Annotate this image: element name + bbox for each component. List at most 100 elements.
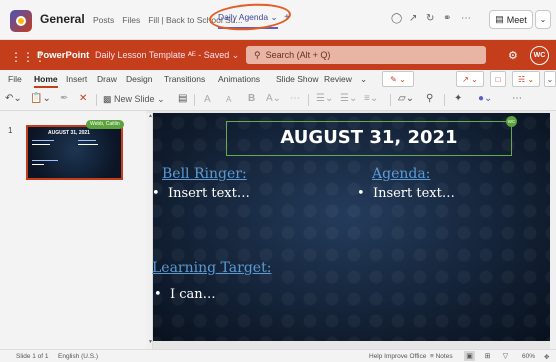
align-icon[interactable]: ≡⌄ [364,93,378,104]
video-camera-icon: ▤ [495,14,504,24]
reading-view-icon[interactable]: ▽ [500,351,511,361]
refresh-icon[interactable]: ↻ [426,13,434,24]
notes-button[interactable]: ≡ Notes [430,353,453,360]
ribbon-tab-slide-show[interactable]: Slide Show [276,74,319,84]
bold-button[interactable]: B [248,93,255,104]
undo-icon[interactable]: ↶⌄ [5,93,22,104]
scroll-down-icon[interactable]: ▼ [148,339,153,345]
avatar[interactable]: WC [530,46,549,65]
document-title[interactable]: Daily Lesson Template ᴬᴱ - Saved ⌄ [95,50,239,61]
toolbar-divider [390,94,391,106]
notes-label: Notes [435,353,453,360]
find-icon[interactable]: ⚲ [426,93,433,104]
format-painter-icon[interactable]: ✒ [60,93,68,104]
ribbon-tab-transitions[interactable]: Transitions [164,74,205,84]
thumbnail-text-line [32,144,50,145]
tab-posts[interactable]: Posts [93,15,114,25]
channel-name: General [40,12,85,26]
powerpoint-header: ⋮⋮⋮ PowerPoint Daily Lesson Template ᴬᴱ … [0,40,556,70]
normal-view-icon[interactable]: ▣ [464,351,475,361]
ribbon-tab-review[interactable]: Review [324,74,352,84]
app-name: PowerPoint [37,50,90,61]
more-font-options-icon[interactable]: ⋯ [290,93,300,104]
help-improve-office-link[interactable]: Help Improve Office [369,353,426,360]
new-slide-button[interactable]: ▩ New Slide ⌄ [103,94,165,105]
delete-icon[interactable]: ✕ [79,93,87,104]
tab-files[interactable]: Files [122,15,140,25]
fit-to-window-icon[interactable]: ✥ [544,353,549,361]
agenda-bullet[interactable]: • Insert text… [357,186,455,201]
chat-icon[interactable]: ◯ [391,13,402,24]
thumbnail-text-line [32,160,58,161]
notes-icon: ≡ [430,353,434,360]
ribbon-tab-design[interactable]: Design [126,74,152,84]
agenda-heading[interactable]: Agenda: [372,166,430,182]
editor-presence-label: Webb, Caitlin [86,120,124,129]
channel-logo-icon [10,10,32,32]
shapes-icon[interactable]: ▱⌄ [398,93,414,104]
comments-icon[interactable]: □ [490,71,506,87]
add-tab-button[interactable]: + [284,12,290,23]
ribbon-tab-animations[interactable]: Animations [218,74,260,84]
thumbnail-text-line [32,164,44,165]
new-slide-icon: ▩ [103,94,112,104]
teams-header: General Posts Files Fill | Back to Schoo… [0,0,556,40]
font-color-icon[interactable]: A⌄ [266,93,281,104]
bell-ringer-heading[interactable]: Bell Ringer: [162,166,247,182]
learning-target-bullet[interactable]: • I can… [154,287,216,302]
ribbon-tab-file[interactable]: File [8,74,22,84]
right-scrollbar[interactable] [550,111,556,349]
expand-icon[interactable]: ↗ [409,13,417,24]
zoom-level[interactable]: 60% [522,353,535,360]
bell-ringer-bullet[interactable]: • Insert text… [152,186,250,201]
ribbon-tab-insert[interactable]: Insert [66,74,87,84]
sensitivity-icon: ᴬᴱ [187,50,196,60]
thumbnail-text-line [32,140,54,141]
grow-font-button[interactable]: A [204,94,211,105]
clipboard-icon[interactable]: 📋⌄ [30,93,51,104]
bullet-marker: • [152,186,160,201]
agenda-text: Insert text… [372,186,455,201]
learning-target-heading[interactable]: Learning Target: [152,260,271,276]
ribbon-tab-draw[interactable]: Draw [97,74,117,84]
ribbon-tab-home[interactable]: Home [34,74,58,88]
slide-sorter-icon[interactable]: ⊞ [482,351,493,361]
more-tabs-chevron-icon[interactable]: ⌄ [360,74,367,85]
catch-up-button[interactable]: ☵ ⌄ [512,71,540,87]
more-commands-icon[interactable]: ⋯ [512,93,522,104]
learning-target-text: I can… [169,287,216,302]
shrink-font-button[interactable]: A [226,95,231,104]
designer-icon[interactable]: ✦ [454,93,462,104]
search-icon: ⚲ [254,49,261,60]
collapse-ribbon-chevron-icon[interactable]: ⌄ [544,71,556,87]
toolbar-divider [194,94,195,106]
bell-ringer-text: Insert text… [167,186,250,201]
more-options-icon[interactable]: ⋯ [461,13,471,24]
numbering-icon[interactable]: ☰⌄ [340,93,357,104]
scroll-up-icon[interactable]: ▲ [148,113,153,119]
thumbnail-text-line [78,144,98,145]
editing-mode-button[interactable]: ✎ ⌄ [382,71,414,87]
thumbnail-text-line [78,140,96,141]
meet-options-button[interactable]: ⌄ [535,10,551,29]
share-button[interactable]: ↗ ⌄ [456,71,484,87]
bullets-icon[interactable]: ☰⌄ [316,93,333,104]
ribbon-tabs: File Home Insert Draw Design Transitions… [0,70,556,89]
thumbnail-title: AUGUST 31, 2021 [48,130,90,136]
dictate-icon[interactable]: ●⌄ [478,93,492,104]
slide-count: Slide 1 of 1 [16,353,49,360]
settings-gear-icon[interactable]: ⚙ [508,49,518,62]
document-title-text: Daily Lesson Template [95,50,186,60]
status-bar: Slide 1 of 1 English (U.S.) Help Improve… [0,349,556,362]
meet-button[interactable]: ▤ Meet [489,10,533,29]
toolbar-divider [96,94,97,106]
picture-icon[interactable]: ▤ [178,93,187,104]
editor-presence-marker: WC [506,116,517,127]
ribbon-toolbar: ↶⌄ 📋⌄ ✒ ✕ ▩ New Slide ⌄ ▤ A A B A⌄ ⋯ ☰⌄ … [0,89,556,111]
slide-title[interactable]: AUGUST 31, 2021 [226,127,512,148]
vertical-scrollbar[interactable] [146,113,153,349]
search-input[interactable]: ⚲ Search (Alt + Q) [246,46,486,64]
toolbar-divider [308,94,309,106]
language-indicator[interactable]: English (U.S.) [58,353,98,360]
globe-icon[interactable]: ⚭ [443,13,451,24]
